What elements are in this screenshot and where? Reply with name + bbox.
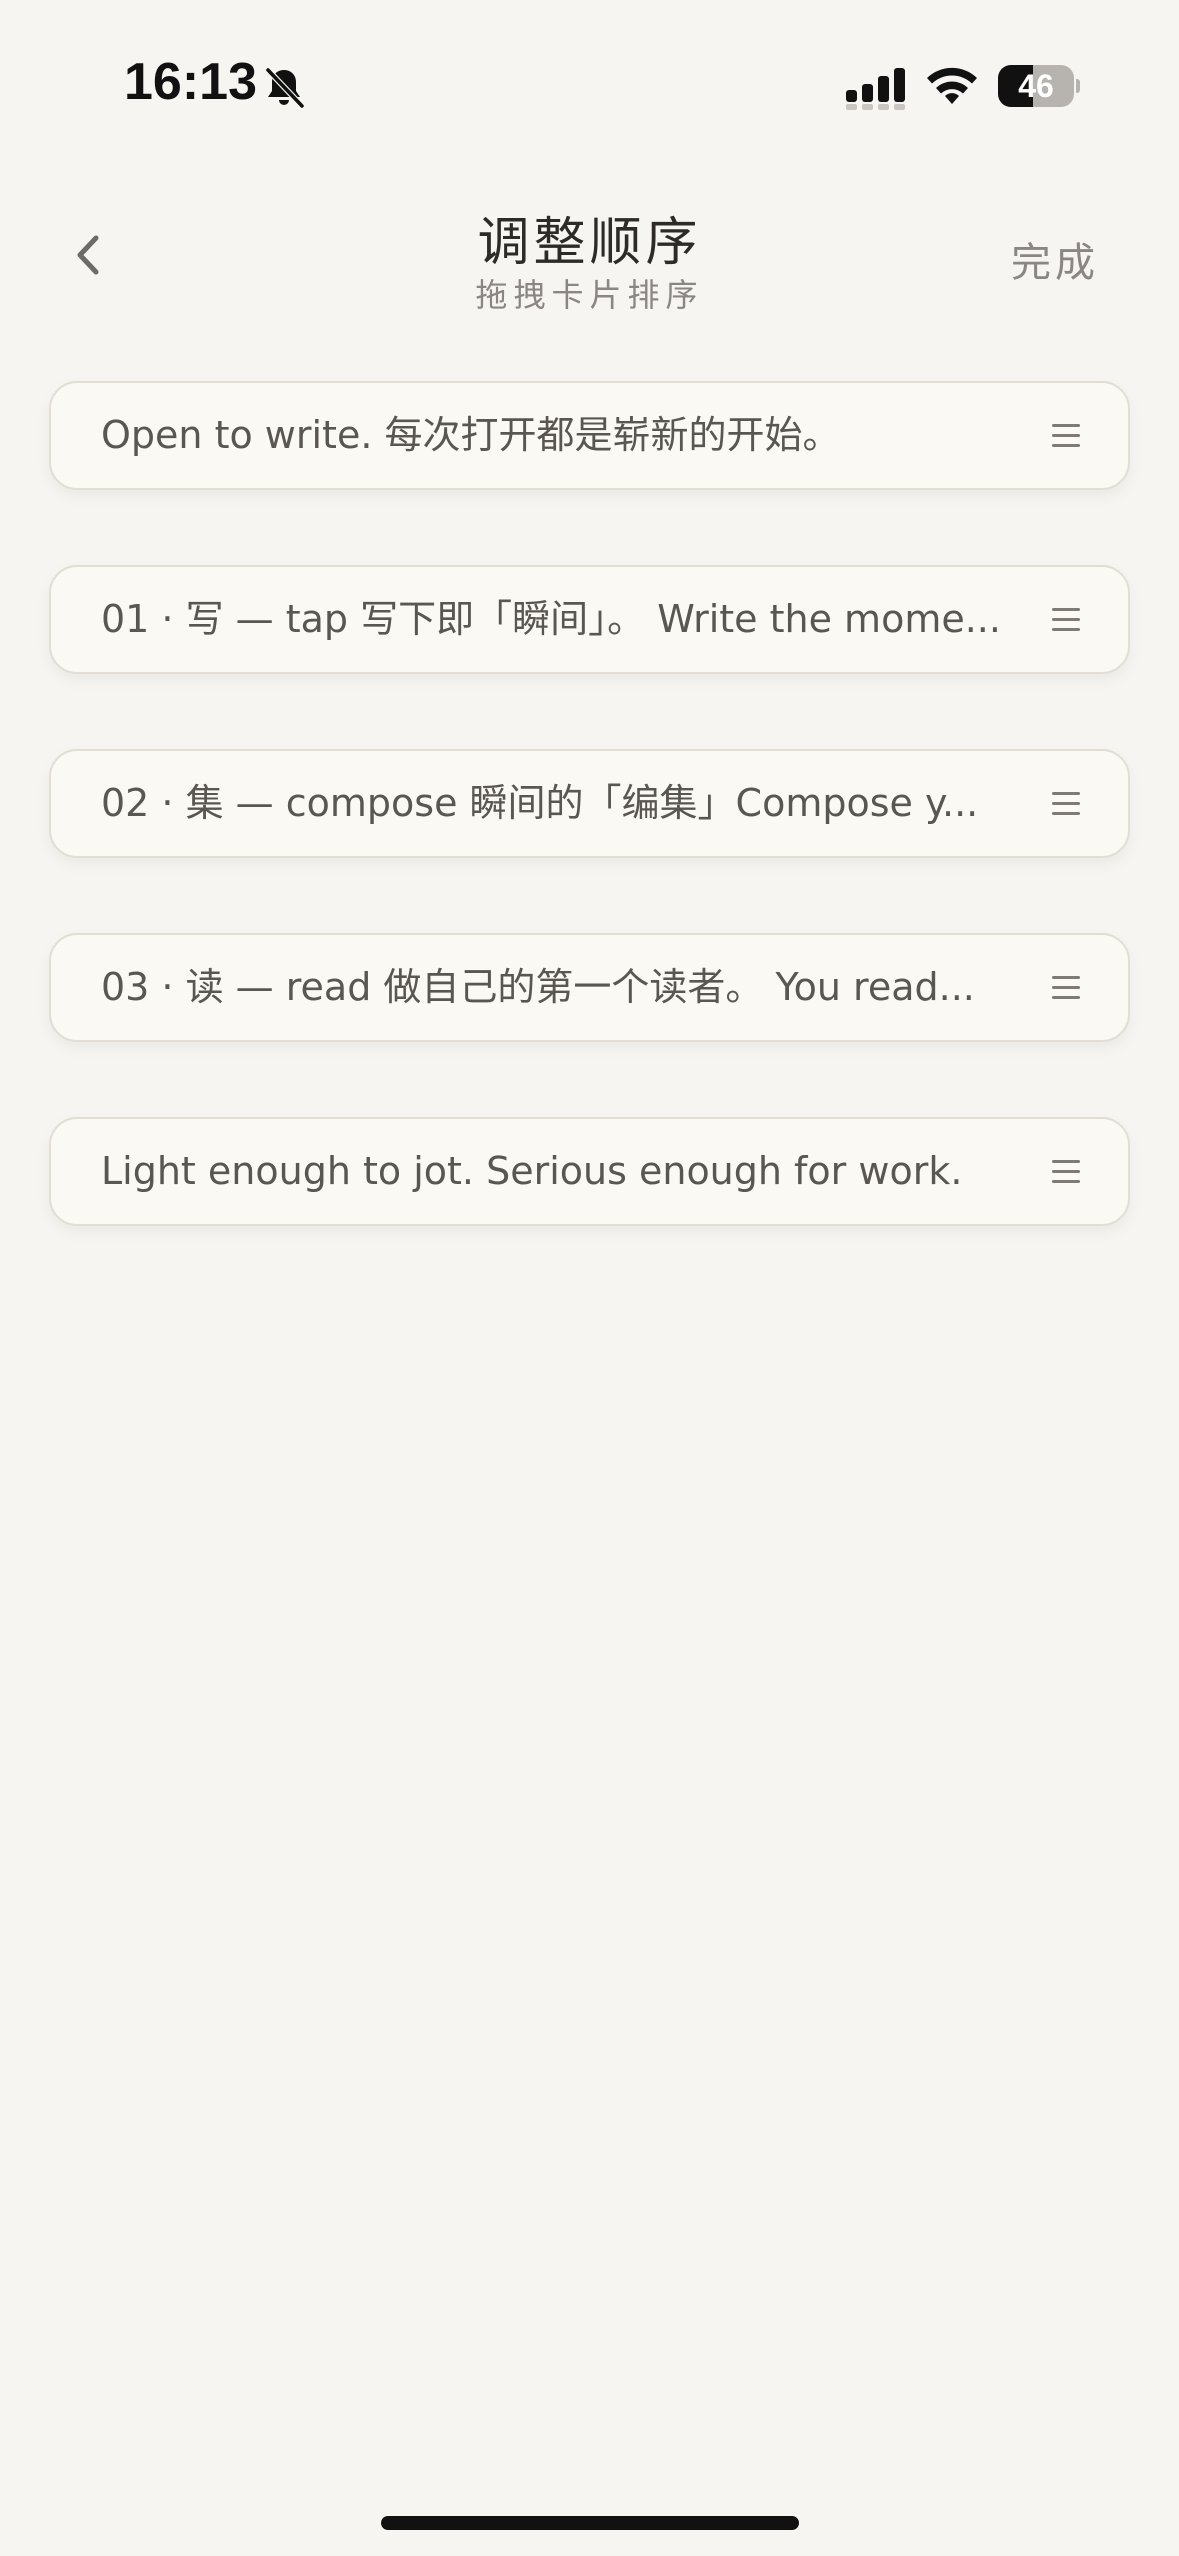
nav-header: 调整顺序 拖拽卡片排序 完成: [0, 180, 1179, 330]
card-text: 03 · 读 — read 做自己的第一个读者。 You read...: [101, 965, 975, 1009]
drag-handle-icon[interactable]: [1052, 424, 1080, 448]
status-time: 16:13: [124, 53, 257, 111]
card-list: Open to write. 每次打开都是崭新的开始。 01 · 写 — tap…: [49, 381, 1130, 1301]
card-item[interactable]: Light enough to jot. Serious enough for …: [49, 1117, 1130, 1226]
status-bar: 16:13 46: [0, 0, 1179, 140]
card-item[interactable]: 01 · 写 — tap 写下即「瞬间」。 Write the mome...: [49, 565, 1130, 674]
card-text: 02 · 集 — compose 瞬间的「编集」Compose y...: [101, 781, 979, 825]
drag-handle-icon[interactable]: [1052, 1160, 1080, 1184]
battery-icon: 46: [998, 65, 1080, 107]
wifi-icon: [924, 64, 980, 108]
card-item[interactable]: 03 · 读 — read 做自己的第一个读者。 You read...: [49, 933, 1130, 1042]
card-text: Open to write. 每次打开都是崭新的开始。: [101, 413, 841, 457]
cellular-signal-icon: [846, 66, 906, 110]
drag-handle-icon[interactable]: [1052, 976, 1080, 1000]
bell-muted-icon: [260, 64, 308, 112]
page-title: 调整顺序: [477, 213, 702, 273]
drag-handle-icon[interactable]: [1052, 608, 1080, 632]
card-item[interactable]: Open to write. 每次打开都是崭新的开始。: [49, 381, 1130, 490]
drag-handle-icon[interactable]: [1052, 792, 1080, 816]
card-item[interactable]: 02 · 集 — compose 瞬间的「编集」Compose y...: [49, 749, 1130, 858]
home-indicator[interactable]: [381, 2516, 799, 2530]
card-text: Light enough to jot. Serious enough for …: [101, 1149, 963, 1193]
reorder-screen: 16:13 46 调整顺序 拖拽卡片排序 完成 Open to write. 每…: [0, 0, 1179, 2556]
page-subtitle: 拖拽卡片排序: [475, 276, 704, 314]
card-text: 01 · 写 — tap 写下即「瞬间」。 Write the mome...: [101, 597, 1001, 641]
battery-level: 46: [1018, 68, 1054, 104]
done-button[interactable]: 完成: [1011, 230, 1099, 288]
